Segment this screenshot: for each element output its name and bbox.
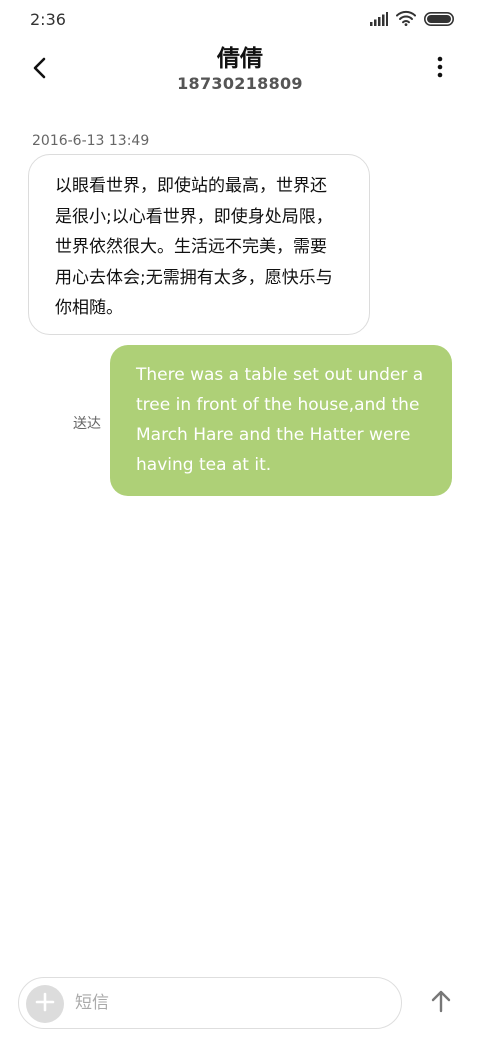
message-composer xyxy=(18,977,402,1029)
add-attachment-button[interactable] xyxy=(26,985,64,1023)
more-options-button[interactable] xyxy=(422,54,458,84)
contact-title[interactable]: 倩倩 18730218809 xyxy=(90,44,390,94)
more-vertical-icon xyxy=(437,56,443,82)
delivery-status: 送达 xyxy=(73,416,101,432)
contact-number: 18730218809 xyxy=(177,74,303,93)
back-arrow-icon xyxy=(32,56,48,84)
outgoing-message-text: There was a table set out under a tree i… xyxy=(136,365,424,475)
sms-input[interactable] xyxy=(75,986,385,1020)
status-time: 2:36 xyxy=(30,10,66,29)
incoming-message-bubble[interactable]: 以眼看世界，即使站的最高，世界还是很小;以心看世界，即使身处局限，世界依然很大。… xyxy=(28,154,370,335)
send-arrow-icon xyxy=(430,989,452,1017)
conversation-screen: 2:36 倩倩 18730218809 2016-6-13 13:49 以眼看世… xyxy=(0,0,480,1040)
status-icons xyxy=(370,10,454,30)
message-timestamp: 2016-6-13 13:49 xyxy=(32,133,150,149)
plus-icon xyxy=(35,992,55,1016)
incoming-message-text: 以眼看世界，即使站的最高，世界还是很小;以心看世界，即使身处局限，世界依然很大。… xyxy=(55,176,333,318)
signal-icon xyxy=(370,11,388,30)
wifi-icon xyxy=(396,10,416,30)
status-bar: 2:36 xyxy=(0,0,480,40)
outgoing-message-bubble[interactable]: There was a table set out under a tree i… xyxy=(110,345,452,496)
back-button[interactable] xyxy=(22,52,58,88)
conversation-header: 倩倩 18730218809 xyxy=(0,40,480,110)
contact-name: 倩倩 xyxy=(217,46,263,72)
send-button[interactable] xyxy=(424,986,458,1020)
battery-icon xyxy=(424,11,454,30)
